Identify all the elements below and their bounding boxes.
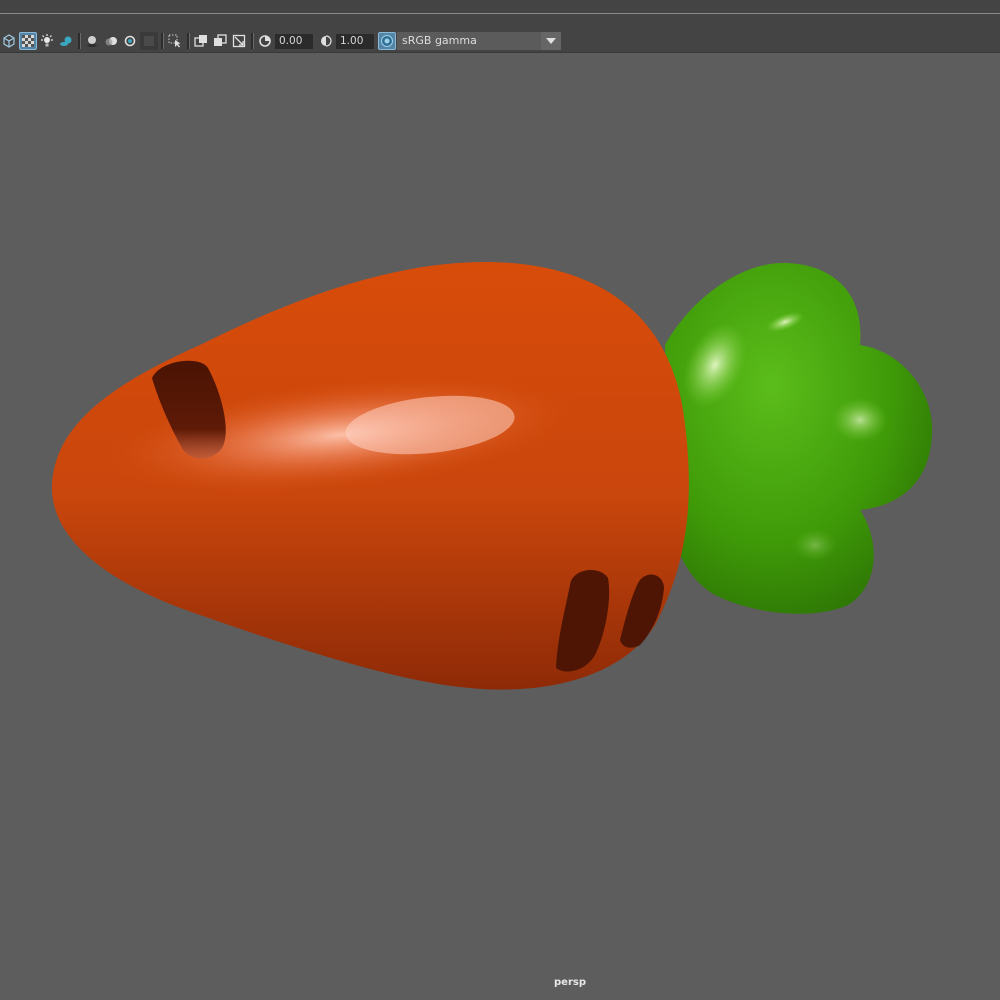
toolbar-separator — [78, 33, 81, 49]
motion-blur-icon[interactable] — [102, 32, 120, 50]
shadows-icon[interactable] — [57, 32, 75, 50]
perspective-viewport[interactable] — [0, 53, 1000, 1000]
checker-texture-icon[interactable] — [19, 32, 37, 50]
carrot-model — [51, 262, 933, 690]
maya-viewport-window: 0.00 1.00 sRGB gamma persp — [0, 0, 1000, 1000]
xray-joints-icon[interactable] — [230, 32, 248, 50]
gamma-icon[interactable] — [317, 32, 335, 50]
light-bulb-icon[interactable] — [38, 32, 56, 50]
exposure-icon[interactable] — [256, 32, 274, 50]
carrot-body — [51, 262, 689, 690]
chevron-down-icon[interactable] — [541, 32, 561, 50]
color-management-icon[interactable] — [378, 32, 396, 50]
toolbar-separator — [251, 33, 254, 49]
xray-active-components-icon[interactable] — [211, 32, 229, 50]
camera-name-label: persp — [554, 977, 586, 988]
view-transform-value: sRGB gamma — [402, 34, 477, 47]
toolbar-separator — [187, 33, 190, 49]
isolate-select-icon[interactable] — [166, 32, 184, 50]
view-transform-dropdown[interactable]: sRGB gamma — [397, 32, 561, 50]
wireframe-cube-icon[interactable] — [0, 32, 18, 50]
depth-of-field-icon[interactable] — [140, 32, 158, 50]
toolbar-row: 0.00 1.00 sRGB gamma — [0, 31, 561, 51]
panel-menu-bar — [0, 0, 1000, 14]
carrot-leaves — [665, 262, 933, 614]
xray-icon[interactable] — [192, 32, 210, 50]
screen-space-ao-icon[interactable] — [83, 32, 101, 50]
gamma-field[interactable]: 1.00 — [336, 33, 374, 49]
toolbar-separator — [161, 33, 164, 49]
anti-aliasing-icon[interactable] — [121, 32, 139, 50]
exposure-field[interactable]: 0.00 — [275, 33, 313, 49]
viewport-toolbar: 0.00 1.00 sRGB gamma — [0, 14, 1000, 53]
